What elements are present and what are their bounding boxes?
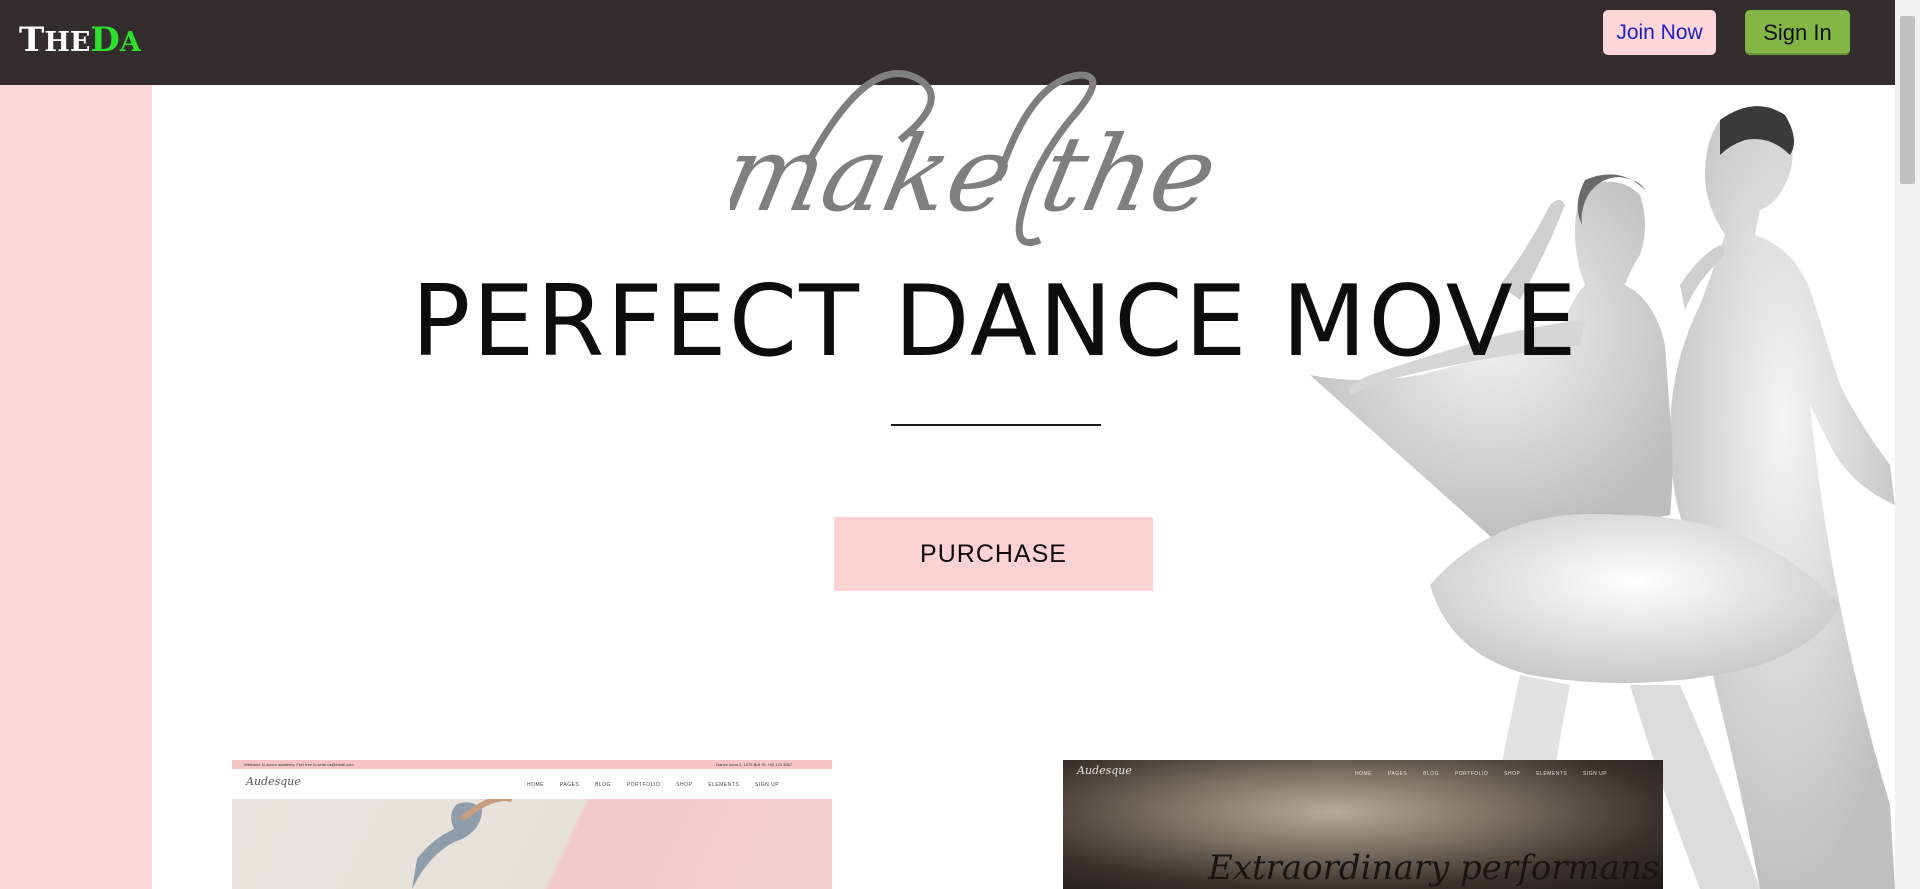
preview-menu-item: HOME bbox=[527, 782, 544, 788]
preview-menu-item: BLOG bbox=[1423, 771, 1440, 777]
preview-menu-item: HOME bbox=[1355, 771, 1372, 777]
preview-menu: HOME PAGES BLOG PORTFOLIO SHOP ELEMENTS … bbox=[527, 782, 793, 788]
preview-menu-item: BLOG bbox=[595, 782, 612, 788]
preview-topbar-left: Welcome to dance academy. Feel free to w… bbox=[244, 762, 354, 767]
preview-navbar: Audesque HOME PAGES BLOG PORTFOLIO SHOP … bbox=[232, 769, 832, 799]
logo-letters-accent: A bbox=[119, 27, 141, 58]
purchase-button[interactable]: PURCHASE bbox=[834, 517, 1153, 591]
theme-preview-1[interactable]: Welcome to dance academy. Feel free to w… bbox=[232, 760, 832, 889]
site-logo[interactable]: THEDA bbox=[19, 18, 141, 65]
hero-headline: PERFECT DANCE MOVE bbox=[411, 265, 1579, 379]
make-the-script-text: make the bbox=[730, 70, 1227, 246]
script-heading: make the bbox=[730, 113, 1227, 235]
preview-menu-item: PORTFOLIO bbox=[1454, 771, 1489, 777]
preview-logo: Audesque bbox=[1077, 764, 1132, 777]
preview-title: Extraordinary performans bbox=[1208, 848, 1660, 888]
preview-topbar-right: Dance room 2, 1075 Bull St, +00 123 4567 bbox=[716, 762, 792, 767]
preview-menu-item: PAGES bbox=[1387, 771, 1408, 777]
theme-preview-2[interactable]: Audesque HOME PAGES BLOG PORTFOLIO SHOP … bbox=[1063, 760, 1663, 889]
page-scrollbar[interactable] bbox=[1895, 0, 1920, 889]
scrollbar-thumb[interactable] bbox=[1900, 16, 1915, 184]
preview-menu: HOME PAGES BLOG PORTFOLIO SHOP ELEMENTS … bbox=[1355, 771, 1621, 777]
preview-topbar: Welcome to dance academy. Feel free to w… bbox=[232, 760, 832, 769]
headline-divider bbox=[891, 424, 1101, 426]
preview-logo: Audesque bbox=[246, 775, 301, 788]
preview-menu-item: SIGN UP bbox=[1583, 771, 1608, 777]
preview-menu-item: SHOP bbox=[676, 782, 693, 788]
left-decorative-strip bbox=[0, 85, 152, 889]
join-now-button[interactable]: Join Now bbox=[1603, 10, 1716, 55]
logo-letters: HE bbox=[44, 27, 91, 58]
preview-menu-item: PORTFOLIO bbox=[626, 782, 661, 788]
preview-hero-image bbox=[232, 795, 832, 889]
logo-letter: T bbox=[19, 20, 45, 60]
preview-menu-item: SIGN UP bbox=[755, 782, 780, 788]
preview-menu-item: SHOP bbox=[1504, 771, 1521, 777]
sign-in-button[interactable]: Sign In bbox=[1745, 10, 1850, 55]
preview-menu-item: PAGES bbox=[559, 782, 580, 788]
preview-menu-item: ELEMENTS bbox=[1536, 771, 1568, 777]
preview-dancer-figure bbox=[412, 795, 513, 889]
logo-letter-accent: D bbox=[90, 20, 120, 60]
preview-menu-item: ELEMENTS bbox=[708, 782, 740, 788]
